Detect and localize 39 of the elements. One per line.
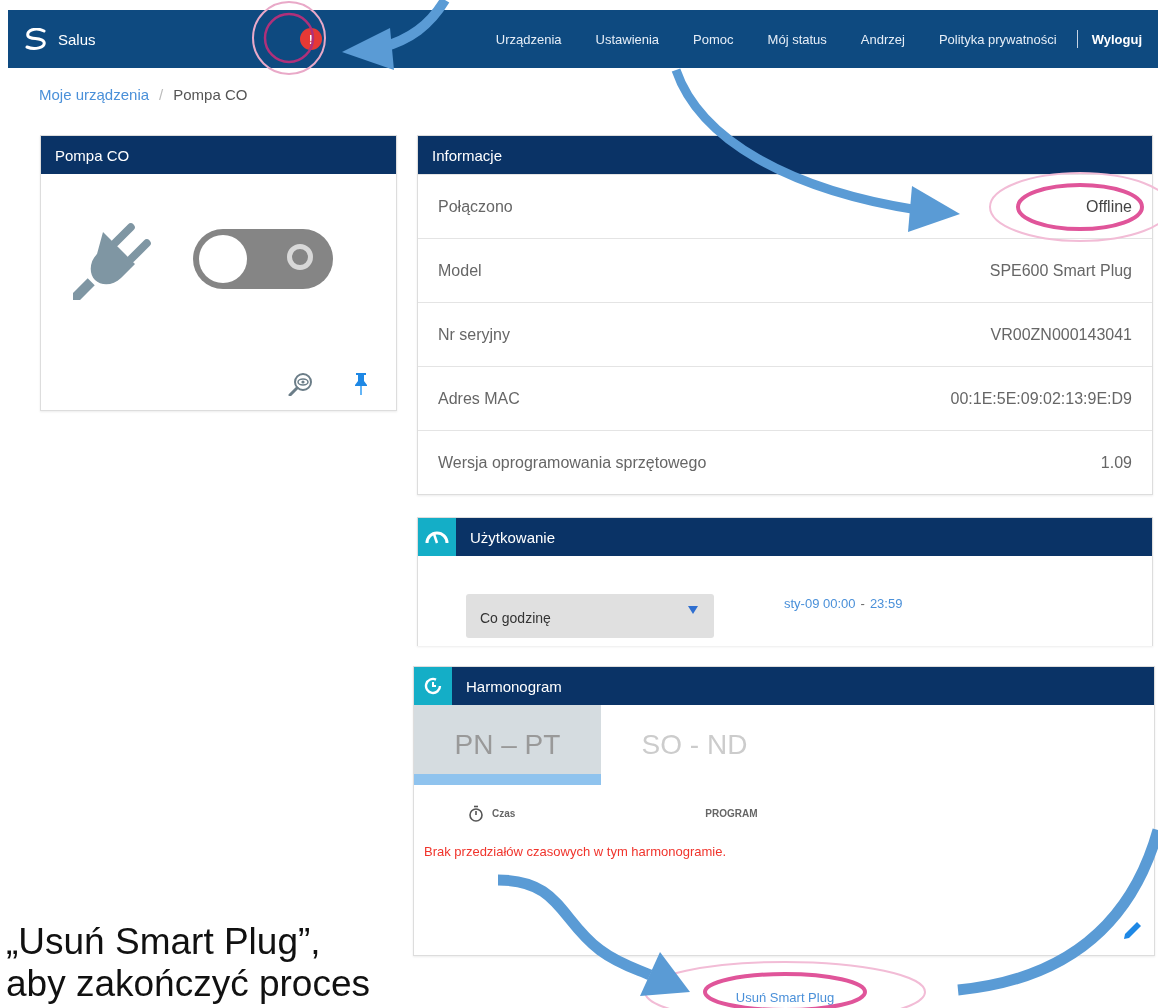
interval-dropdown[interactable]: Co godzinę [466, 594, 714, 638]
dropdown-caret-icon [688, 606, 698, 614]
column-header: PROGRAM [705, 808, 758, 819]
info-value: SPE600 Smart Plug [989, 261, 1132, 280]
nav-link[interactable]: Pomoc [693, 31, 734, 47]
card-title: Pompa CO [55, 146, 130, 164]
empty-schedule-message: Brak przedziałów czasowych w tym harmonogramie. [423, 843, 727, 859]
card-title: Informacje [432, 146, 503, 164]
nav-link[interactable]: Mój status [767, 31, 827, 47]
caption-text: aby zakończyć proces [6, 963, 371, 1005]
power-toggle[interactable] [193, 229, 333, 289]
view-icon[interactable] [288, 372, 314, 396]
breadcrumb-separator: / [159, 86, 164, 105]
info-label: Model [438, 261, 482, 280]
info-value: 1.09 [1100, 453, 1132, 472]
logout-link[interactable]: Wyloguj [1091, 31, 1142, 47]
nav-link[interactable]: Polityka prywatności [938, 31, 1057, 47]
range-start: sty-09 00:00 [784, 596, 856, 611]
info-value: Offline [1086, 197, 1132, 216]
pin-icon[interactable] [354, 372, 368, 396]
info-label: Połączono [438, 197, 513, 216]
range-end: 23:59 [869, 596, 903, 611]
caption-text: „Usuń Smart Plug”, [6, 921, 322, 963]
nav-link[interactable]: Urządzenia [495, 31, 562, 47]
info-value: VR00ZN000143041 [990, 325, 1132, 344]
card-title: Harmonogram [466, 677, 562, 695]
column-header: Czas [492, 808, 516, 819]
nav-link[interactable]: Ustawienia [595, 31, 660, 47]
nav-link[interactable]: Andrzej [860, 31, 905, 47]
stopwatch-icon [468, 805, 484, 822]
info-label: Nr seryjny [438, 325, 510, 344]
breadcrumb-current: Pompa CO [173, 86, 248, 105]
range-separator: - [860, 596, 865, 611]
info-label: Wersja oprogramowania sprzętowego [438, 453, 707, 472]
info-label: Adres MAC [438, 389, 520, 408]
edit-icon[interactable] [1122, 919, 1144, 941]
brand-name: Salus [58, 30, 96, 48]
card-title: Użytkowanie [470, 528, 556, 546]
info-value: 00:1E:5E:09:02:13:9E:D9 [950, 389, 1132, 408]
